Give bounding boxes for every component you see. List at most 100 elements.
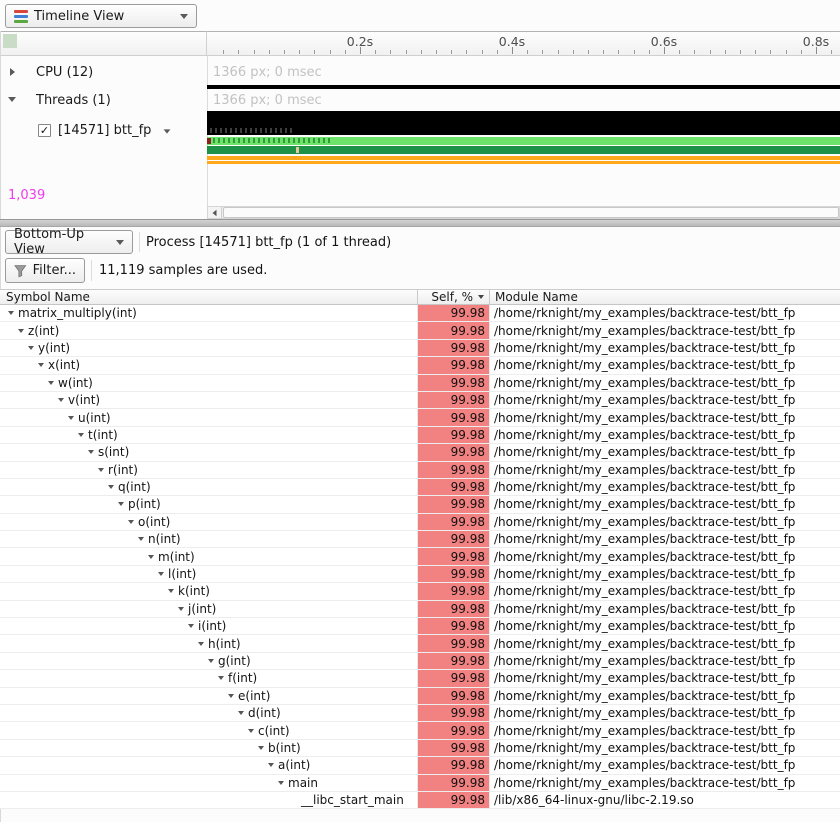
expander-icon[interactable]	[38, 363, 44, 367]
module-name: /home/rknight/my_examples/backtrace-test…	[489, 357, 840, 373]
thread-track-dark-green[interactable]	[207, 146, 840, 154]
table-row[interactable]: p(int)99.98/home/rknight/my_examples/bac…	[0, 496, 840, 513]
expander-icon[interactable]	[88, 450, 94, 454]
module-name: /home/rknight/my_examples/backtrace-test…	[489, 427, 840, 443]
symbol-name: p(int)	[128, 497, 161, 511]
expander-icon[interactable]	[168, 589, 174, 593]
threads-expander-icon[interactable]	[8, 97, 16, 102]
thread-track-orange-1[interactable]	[207, 156, 840, 160]
expander-icon[interactable]	[48, 381, 54, 385]
expander-icon[interactable]	[238, 711, 244, 715]
table-row[interactable]: g(int)99.98/home/rknight/my_examples/bac…	[0, 653, 840, 670]
table-row[interactable]: f(int)99.98/home/rknight/my_examples/bac…	[0, 670, 840, 687]
expander-icon[interactable]	[18, 329, 24, 333]
expander-icon[interactable]	[198, 642, 204, 646]
table-row[interactable]: x(int)99.98/home/rknight/my_examples/bac…	[0, 357, 840, 374]
module-name: /home/rknight/my_examples/backtrace-test…	[489, 705, 840, 721]
expander-icon[interactable]	[218, 676, 224, 680]
table-row[interactable]: u(int)99.98/home/rknight/my_examples/bac…	[0, 409, 840, 426]
expander-icon[interactable]	[138, 537, 144, 541]
table-row[interactable]: t(int)99.98/home/rknight/my_examples/bac…	[0, 427, 840, 444]
thread-label: [14571] btt_fp	[58, 123, 151, 138]
table-row[interactable]: n(int)99.98/home/rknight/my_examples/bac…	[0, 531, 840, 548]
cpu-expander-icon[interactable]	[10, 68, 15, 76]
table-row[interactable]: s(int)99.98/home/rknight/my_examples/bac…	[0, 444, 840, 461]
toolbar-separator	[139, 232, 140, 252]
symbol-name: main	[288, 776, 318, 790]
expander-icon[interactable]	[78, 433, 84, 437]
cpu-activity-bar[interactable]	[207, 85, 840, 89]
expander-icon[interactable]	[98, 468, 104, 472]
table-row[interactable]: h(int)99.98/home/rknight/my_examples/bac…	[0, 635, 840, 652]
thread-checkbox[interactable]: ✓	[38, 124, 51, 137]
table-row[interactable]: main99.98/home/rknight/my_examples/backt…	[0, 775, 840, 792]
table-row[interactable]: q(int)99.98/home/rknight/my_examples/bac…	[0, 479, 840, 496]
ruler-tick	[679, 50, 680, 54]
table-row[interactable]: matrix_multiply(int)99.98/home/rknight/m…	[0, 305, 840, 322]
table-row[interactable]: k(int)99.98/home/rknight/my_examples/bac…	[0, 583, 840, 600]
timeline-hscrollbar[interactable]	[207, 206, 840, 219]
column-header-module[interactable]: Module Name	[489, 290, 840, 304]
column-header-self-percent[interactable]: Self, %	[417, 290, 489, 304]
expander-icon[interactable]	[8, 311, 14, 315]
table-row[interactable]: c(int)99.98/home/rknight/my_examples/bac…	[0, 722, 840, 739]
table-row[interactable]: o(int)99.98/home/rknight/my_examples/bac…	[0, 514, 840, 531]
table-row[interactable]: z(int)99.98/home/rknight/my_examples/bac…	[0, 322, 840, 339]
table-row[interactable]: i(int)99.98/home/rknight/my_examples/bac…	[0, 618, 840, 635]
symbol-name: r(int)	[108, 463, 138, 477]
table-row[interactable]: j(int)99.98/home/rknight/my_examples/bac…	[0, 601, 840, 618]
expander-icon[interactable]	[28, 346, 34, 350]
module-name: /home/rknight/my_examples/backtrace-test…	[489, 514, 840, 530]
self-percent-cell: 99.98	[417, 427, 489, 443]
thread-track-orange-2[interactable]	[207, 161, 840, 164]
scroll-left-button[interactable]	[208, 207, 222, 218]
table-row[interactable]: b(int)99.98/home/rknight/my_examples/bac…	[0, 740, 840, 757]
expander-icon[interactable]	[148, 555, 154, 559]
ruler-tick	[618, 50, 619, 54]
ruler-tick	[831, 50, 832, 54]
table-row[interactable]: a(int)99.98/home/rknight/my_examples/bac…	[0, 757, 840, 774]
table-row[interactable]: m(int)99.98/home/rknight/my_examples/bac…	[0, 548, 840, 565]
table-row[interactable]: w(int)99.98/home/rknight/my_examples/bac…	[0, 375, 840, 392]
table-row[interactable]: v(int)99.98/home/rknight/my_examples/bac…	[0, 392, 840, 409]
thread-track-light-green[interactable]	[207, 137, 840, 145]
expander-icon[interactable]	[178, 607, 184, 611]
symbol-name: l(int)	[168, 567, 196, 581]
expander-icon[interactable]	[58, 398, 64, 402]
ruler-tick	[710, 50, 711, 54]
module-name: /home/rknight/my_examples/backtrace-test…	[489, 583, 840, 599]
column-header-symbol[interactable]: Symbol Name	[0, 290, 417, 304]
ruler-scale[interactable]: 0.2s0.4s0.6s0.8s	[207, 31, 840, 56]
thread-options-arrow-icon[interactable]	[164, 129, 171, 133]
column-header-symbol-label: Symbol Name	[6, 290, 90, 304]
expander-icon[interactable]	[228, 694, 234, 698]
expander-icon[interactable]	[108, 485, 114, 489]
expander-icon[interactable]	[248, 729, 254, 733]
filter-button[interactable]: Filter...	[5, 258, 85, 283]
expander-icon[interactable]	[268, 763, 274, 767]
expander-icon[interactable]	[208, 659, 214, 663]
symbol-name: x(int)	[48, 358, 80, 372]
panel-splitter[interactable]	[0, 219, 840, 227]
timeline-view-selector[interactable]: Timeline View	[5, 4, 197, 28]
expander-icon[interactable]	[128, 520, 134, 524]
thread-sample-track[interactable]	[207, 111, 840, 135]
table-row[interactable]: y(int)99.98/home/rknight/my_examples/bac…	[0, 340, 840, 357]
hscrollbar-thumb[interactable]	[223, 207, 839, 218]
expander-icon[interactable]	[68, 416, 74, 420]
bottom-up-view-selector[interactable]: Bottom-Up View	[5, 230, 133, 254]
symbol-name: m(int)	[158, 550, 195, 564]
table-row[interactable]: __libc_start_main99.98/lib/x86_64-linux-…	[0, 792, 840, 809]
module-name: /home/rknight/my_examples/backtrace-test…	[489, 548, 840, 564]
self-percent-cell: 99.98	[417, 670, 489, 686]
expander-icon[interactable]	[278, 781, 284, 785]
table-row[interactable]: l(int)99.98/home/rknight/my_examples/bac…	[0, 566, 840, 583]
expander-icon[interactable]	[258, 746, 264, 750]
table-row[interactable]: r(int)99.98/home/rknight/my_examples/bac…	[0, 462, 840, 479]
expander-icon[interactable]	[188, 624, 194, 628]
threads-track-placeholder: 1366 px; 0 msec	[213, 93, 322, 108]
expander-icon[interactable]	[118, 502, 124, 506]
table-row[interactable]: d(int)99.98/home/rknight/my_examples/bac…	[0, 705, 840, 722]
table-row[interactable]: e(int)99.98/home/rknight/my_examples/bac…	[0, 688, 840, 705]
expander-icon[interactable]	[158, 572, 164, 576]
